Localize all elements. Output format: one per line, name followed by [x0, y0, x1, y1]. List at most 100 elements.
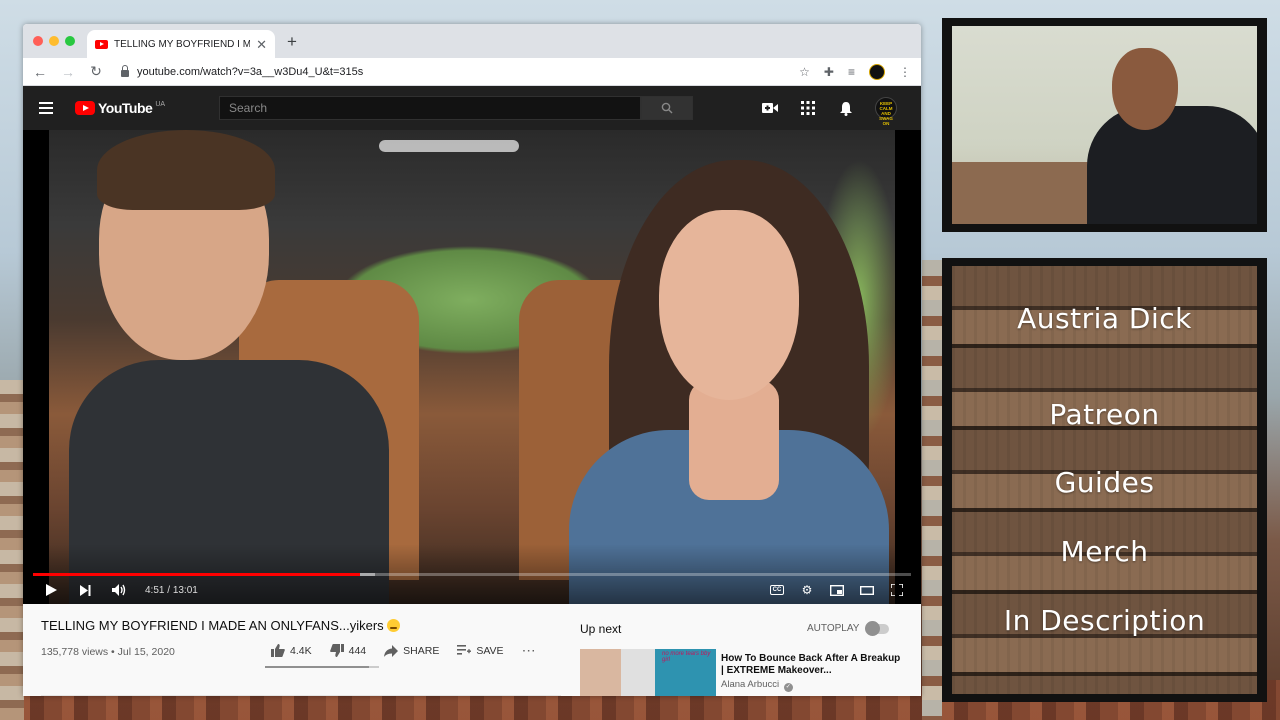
- share-arrow-icon: [384, 644, 399, 657]
- miniplayer-icon: [830, 584, 844, 596]
- region-code: UA: [155, 100, 166, 108]
- autoplay-label: AUTOPLAY: [807, 623, 860, 634]
- theater-mode-button[interactable]: [859, 582, 875, 598]
- woman-head: [659, 210, 799, 400]
- view-count: 135,778 views: [41, 646, 109, 658]
- next-button[interactable]: [77, 582, 93, 598]
- window-controls: [33, 36, 75, 46]
- browser-window: TELLING MY BOYFRIEND I MA ✕ + ← → ↻ yout…: [23, 24, 921, 696]
- video-meta: 135,778 views • Jul 15, 2020: [41, 646, 175, 658]
- theater-icon: [860, 585, 874, 595]
- create-video-icon[interactable]: [761, 99, 779, 117]
- header-actions: KEEP CALM AND SWAG ON: [761, 97, 897, 126]
- extensions-puzzle-icon[interactable]: ✚: [824, 65, 834, 79]
- search-input[interactable]: Search: [219, 96, 641, 120]
- verified-check-icon: ✓: [783, 683, 793, 692]
- info-panel-frame: Austria Dick Patreon Guides Merch In Des…: [942, 258, 1267, 702]
- apps-grid-icon[interactable]: [799, 99, 817, 117]
- video-actions: 4.4K 444 SHARE SAVE ⋯: [271, 642, 536, 659]
- volume-icon: [112, 584, 126, 596]
- save-playlist-icon: [457, 645, 472, 655]
- recommended-video-title[interactable]: How To Bounce Back After A Breakup | EXT…: [721, 653, 901, 677]
- autoplay-control[interactable]: AUTOPLAY: [807, 620, 890, 636]
- recommended-video-thumbnail[interactable]: no more tears bby girl: [580, 649, 716, 696]
- close-tab-icon[interactable]: ✕: [256, 38, 267, 51]
- notifications-bell-icon[interactable]: [837, 99, 855, 117]
- search-button[interactable]: [641, 96, 693, 120]
- player-controls-left: 4:51 / 13:01: [43, 582, 198, 598]
- bookmark-star-icon[interactable]: ☆: [799, 65, 810, 79]
- sentiment-like-fill: [265, 666, 369, 668]
- search-icon: [661, 102, 673, 114]
- sentiment-bar: [265, 666, 379, 668]
- share-button[interactable]: SHARE: [384, 644, 440, 657]
- youtube-favicon-icon: [95, 39, 108, 49]
- video-title-text: TELLING MY BOYFRIEND I MADE AN ONLYFANS.…: [41, 618, 384, 633]
- url-text: youtube.com/watch?v=3a__w3Du4_U&t=315s: [137, 65, 364, 78]
- toolbar-actions: ☆ ✚ ≡ ⋮: [799, 63, 911, 80]
- profile-avatar[interactable]: [869, 63, 885, 80]
- youtube-play-logo-icon: [75, 101, 95, 115]
- time-current: 4:51: [145, 584, 165, 596]
- webcam-frame: [942, 18, 1267, 232]
- address-bar[interactable]: youtube.com/watch?v=3a__w3Du4_U&t=315s: [117, 61, 785, 83]
- video-player[interactable]: 4:51 / 13:01 CC ⚙: [23, 130, 921, 604]
- webcam-person-head: [1112, 48, 1178, 130]
- player-controls-right: CC ⚙: [769, 582, 905, 598]
- overlay-line-name: Austria Dick: [1017, 302, 1192, 335]
- back-icon[interactable]: ←: [33, 64, 47, 80]
- browser-menu-icon[interactable]: ⋮: [899, 65, 911, 79]
- background-buildings-middle: [922, 260, 942, 720]
- autoplay-toggle[interactable]: [865, 620, 890, 636]
- upload-date: Jul 15, 2020: [117, 646, 175, 658]
- browser-tab-active[interactable]: TELLING MY BOYFRIEND I MA ✕: [87, 30, 275, 58]
- minimize-window-button[interactable]: [49, 36, 59, 46]
- lock-icon: [121, 64, 129, 77]
- more-actions-icon[interactable]: ⋯: [522, 642, 536, 659]
- man-in-video: [69, 130, 389, 604]
- youtube-wordmark: YouTube: [98, 100, 153, 116]
- tab-title: TELLING MY BOYFRIEND I MA: [114, 38, 251, 50]
- like-count: 4.4K: [290, 644, 312, 657]
- close-window-button[interactable]: [33, 36, 43, 46]
- new-tab-button[interactable]: +: [287, 32, 297, 52]
- maximize-window-button[interactable]: [65, 36, 75, 46]
- video-frame: [49, 130, 895, 604]
- thumbnail-caption: no more tears bby girl: [662, 651, 711, 663]
- forward-icon[interactable]: →: [61, 64, 75, 80]
- reload-icon[interactable]: ↻: [89, 63, 103, 80]
- account-avatar[interactable]: KEEP CALM AND SWAG ON: [875, 97, 897, 126]
- hamburger-menu-icon[interactable]: [39, 102, 53, 114]
- up-next-heading: Up next: [580, 622, 622, 636]
- miniplayer-button[interactable]: [829, 582, 845, 598]
- progress-played: [33, 573, 361, 576]
- volume-button[interactable]: [111, 582, 127, 598]
- background-buildings-left: [0, 380, 24, 720]
- info-panel: Austria Dick Patreon Guides Merch In Des…: [952, 266, 1257, 694]
- subtitles-button[interactable]: CC: [769, 582, 785, 598]
- save-label: SAVE: [476, 644, 504, 657]
- media-queue-icon[interactable]: ≡: [848, 65, 855, 79]
- webcam-couch: [952, 162, 1092, 224]
- grimace-emoji-icon: [386, 619, 400, 632]
- share-label: SHARE: [403, 644, 440, 657]
- subtitles-cc-icon: CC: [770, 585, 784, 595]
- video-title: TELLING MY BOYFRIEND I MADE AN ONLYFANS.…: [41, 618, 400, 633]
- dislike-button[interactable]: 444: [329, 644, 367, 657]
- tab-strip: TELLING MY BOYFRIEND I MA ✕ +: [23, 24, 921, 58]
- like-button[interactable]: 4.4K: [271, 644, 312, 657]
- settings-gear-icon[interactable]: ⚙: [799, 582, 815, 598]
- dislike-count: 444: [348, 644, 367, 657]
- fullscreen-button[interactable]: [889, 582, 905, 598]
- save-button[interactable]: SAVE: [457, 644, 504, 657]
- next-icon: [79, 584, 90, 596]
- overlay-line-description: In Description: [1003, 604, 1206, 637]
- recommended-video-channel[interactable]: Alana Arbucci ✓: [721, 679, 793, 692]
- time-display: 4:51 / 13:01: [145, 584, 198, 596]
- play-button[interactable]: [43, 582, 59, 598]
- youtube-header: YouTube UA Search KEEP CALM AND SWAG ON: [23, 86, 921, 130]
- youtube-logo[interactable]: YouTube UA: [75, 100, 165, 116]
- progress-bar[interactable]: [33, 573, 911, 576]
- time-total: 13:01: [172, 584, 198, 596]
- thumbs-up-icon: [271, 644, 285, 657]
